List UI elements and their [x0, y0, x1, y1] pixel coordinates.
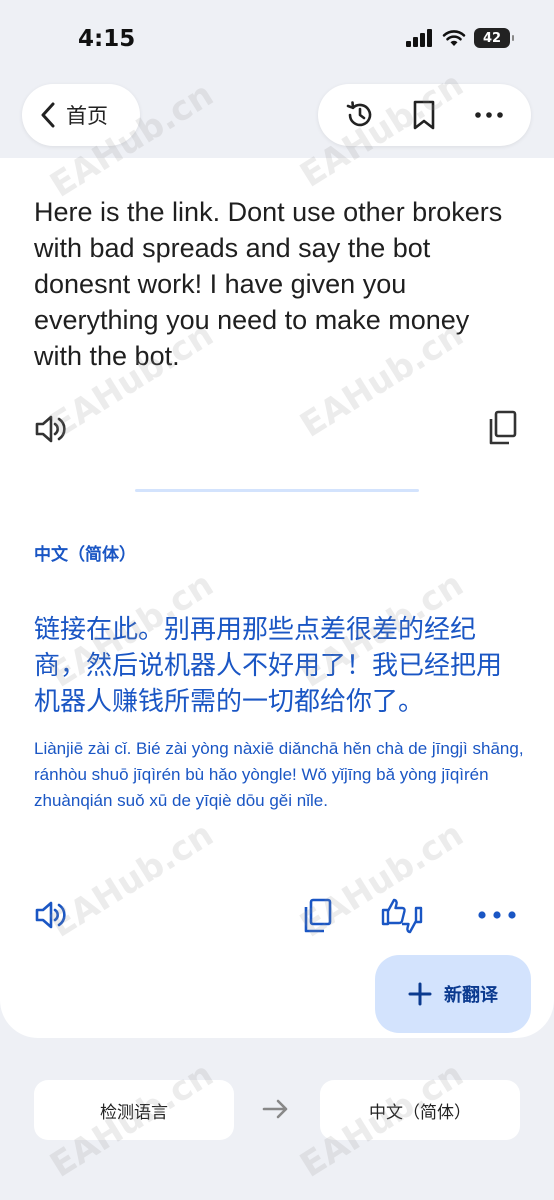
- source-language-label: 检测语言: [100, 1102, 168, 1123]
- back-label: 首页: [66, 104, 108, 128]
- speaker-icon[interactable]: [34, 414, 68, 444]
- target-language-button-label: 中文（简体）: [369, 1102, 471, 1123]
- battery-level: 42: [482, 30, 502, 46]
- translation-more-icon[interactable]: [476, 904, 518, 926]
- back-button[interactable]: 首页: [22, 84, 140, 146]
- copy-icon[interactable]: [487, 410, 517, 446]
- translation-card: Here is the link. Dont use other brokers…: [0, 158, 554, 1038]
- top-actions: [318, 84, 531, 146]
- source-text[interactable]: Here is the link. Dont use other brokers…: [34, 194, 524, 374]
- history-icon[interactable]: [344, 99, 376, 131]
- signal-icon: [406, 29, 432, 47]
- arrow-right-icon[interactable]: [262, 1098, 290, 1120]
- source-language-button[interactable]: 检测语言: [34, 1080, 234, 1140]
- bookmark-icon[interactable]: [411, 99, 437, 131]
- status-bar: 4:15 42: [0, 0, 554, 80]
- translation-speaker-icon[interactable]: [34, 900, 68, 930]
- battery-indicator: 42: [474, 28, 514, 48]
- plus-icon: [408, 982, 432, 1006]
- translated-text[interactable]: 链接在此。别再用那些点差很差的经纪商，然后说机器人不好用了！我已经把用机器人赚钱…: [34, 612, 524, 720]
- wifi-icon: [442, 30, 466, 46]
- romanization-text: Liànjiē zài cǐ. Bié zài yòng nàxiē diǎnc…: [34, 739, 524, 810]
- status-time: 4:15: [78, 26, 136, 52]
- section-divider: [135, 489, 419, 492]
- feedback-rating-icon[interactable]: [380, 896, 424, 936]
- target-language-label: 中文（简体）: [34, 545, 136, 565]
- more-options-icon[interactable]: [473, 99, 505, 131]
- status-icons: 42: [406, 28, 514, 48]
- target-language-button[interactable]: 中文（简体）: [320, 1080, 520, 1140]
- translation-copy-icon[interactable]: [302, 898, 332, 934]
- new-translation-label: 新翻译: [444, 985, 498, 1006]
- chevron-left-icon: [41, 102, 55, 128]
- new-translation-button[interactable]: 新翻译: [375, 955, 531, 1033]
